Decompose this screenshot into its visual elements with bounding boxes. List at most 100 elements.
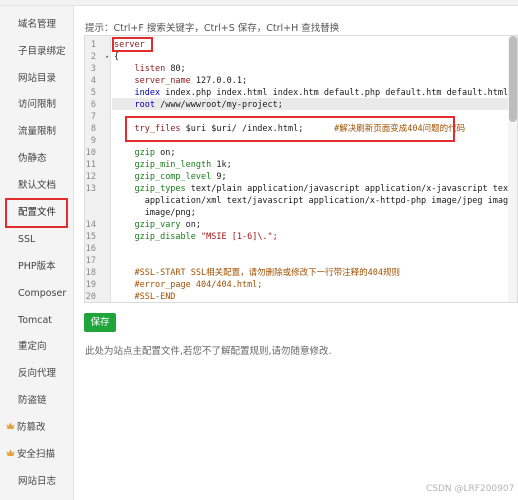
sidebar-item-label: SSL — [18, 234, 36, 245]
code-line: server — [114, 39, 145, 51]
line-number: 16 — [85, 244, 96, 254]
code-token: index.php index.html index.htm default.p… — [160, 88, 514, 98]
code-token: image/png; — [144, 208, 196, 218]
line-number: 7 — [90, 112, 96, 122]
sidebar-item-label: 流量限制 — [18, 126, 57, 137]
code-line: gzip_vary on; — [114, 219, 201, 231]
code-line: #SSL-END — [114, 291, 175, 302]
code-token: gzip_vary — [134, 220, 181, 230]
code-token: gzip_disable — [134, 232, 196, 242]
sidebar-item-domain[interactable]: 域名管理 — [0, 15, 74, 35]
sidebar-item-label: 防篡改 — [17, 422, 46, 433]
code-line: gzip_types text/plain application/javasc… — [114, 183, 518, 195]
code-token: ; — [277, 100, 283, 110]
code-line: server_name 127.0.0.1; — [114, 75, 247, 87]
code-token: application/xml text/javascript applicat… — [144, 196, 518, 206]
sidebar-item-composer[interactable]: Composer — [0, 284, 74, 304]
line-number: 15 — [85, 232, 96, 242]
sidebar-item-label: 安全扫描 — [17, 449, 56, 460]
sidebar-item-label: 网站日志 — [18, 476, 57, 487]
code-token: { — [114, 52, 120, 62]
line-number: 8 — [90, 124, 96, 134]
sidebar-item-hotlink[interactable]: 防盗链 — [0, 391, 74, 411]
line-number: 20 — [85, 292, 96, 302]
code-line: gzip_min_length 1k; — [114, 159, 231, 171]
code-token: gzip — [134, 148, 155, 158]
line-number: 9 — [90, 136, 96, 146]
code-token: gzip_types — [134, 184, 186, 194]
crown-icon — [6, 422, 15, 433]
sidebar-item-php-version[interactable]: PHP版本 — [0, 257, 74, 277]
editor-scrollbar[interactable] — [508, 36, 517, 302]
config-code-editor[interactable]: 1 ▾ 2 3 4 5 6 7 8 9 10 11 12 13 14 15 16… — [84, 35, 518, 303]
code-token: on; — [154, 148, 176, 158]
line-number: 2 — [90, 52, 96, 62]
line-number: 11 — [85, 160, 96, 170]
top-tab-strip — [0, 0, 518, 6]
sidebar-item-redirect[interactable]: 重定向 — [0, 337, 74, 357]
code-line: image/png; — [114, 207, 196, 219]
code-line: gzip on; — [114, 147, 175, 159]
sidebar-item-label: 反向代理 — [18, 368, 57, 379]
code-token: 80; — [165, 64, 186, 74]
sidebar-item-label: Tomcat — [18, 315, 53, 326]
line-number: 3 — [90, 64, 96, 74]
code-token: 127.0.0.1; — [190, 76, 248, 86]
code-token: listen — [134, 64, 166, 74]
config-warning-note: 此处为站点主配置文件,若您不了解配置规则,请勿随意修改. — [85, 346, 332, 357]
sidebar-item-label: 默认文档 — [18, 180, 57, 191]
code-token: $uri $uri/ /index.html; — [180, 124, 304, 134]
line-number: 1 — [90, 40, 96, 50]
sidebar-item-rewrite[interactable]: 伪静态 — [0, 149, 74, 169]
sidebar-item-label: PHP版本 — [18, 261, 56, 272]
scrollbar-thumb[interactable] — [509, 36, 517, 122]
sidebar-item-ssl[interactable]: SSL — [0, 230, 74, 250]
code-line: #SSL-START SSL相关配置，请勿删除或修改下一行带注释的404规则 — [114, 267, 400, 279]
sidebar-item-label: 配置文件 — [18, 207, 57, 218]
sidebar-item-label: 网站目录 — [18, 73, 57, 84]
code-line: listen 80; — [114, 63, 186, 75]
line-number: 19 — [85, 280, 96, 290]
code-line: { — [114, 51, 119, 63]
sidebar-item-label: 重定向 — [18, 341, 47, 352]
code-comment: #SSL-START SSL相关配置，请勿删除或修改下一行带注释的404规则 — [134, 268, 400, 278]
line-number: 10 — [85, 148, 96, 158]
line-number: 6 — [90, 100, 96, 110]
code-line: #error_page 404/404.html; — [114, 279, 262, 291]
code-token: on; — [180, 220, 202, 230]
watermark: CSDN @LRF200907 — [426, 484, 515, 494]
fold-arrow-icon[interactable]: ▾ — [105, 51, 109, 63]
code-token: "MSIE [1-6]\."; — [195, 232, 278, 242]
code-token: server — [114, 40, 145, 50]
line-number: 5 — [90, 88, 96, 98]
sidebar-item-tamper-proof[interactable]: 防篡改 — [0, 418, 74, 438]
code-token: gzip_min_length — [134, 160, 212, 170]
code-token: text/plain application/javascript applic… — [185, 184, 518, 194]
sidebar-item-config-file[interactable]: 配置文件 — [0, 203, 74, 223]
code-token: index — [134, 88, 161, 98]
sidebar-item-traffic-limit[interactable]: 流量限制 — [0, 122, 74, 142]
crown-icon — [6, 449, 15, 460]
sidebar-item-access-limit[interactable]: 访问限制 — [0, 95, 74, 115]
sidebar-item-site-log[interactable]: 网站日志 — [0, 472, 74, 492]
code-token: /www/wwwroot/my-project — [154, 100, 278, 110]
sidebar-item-tomcat[interactable]: Tomcat — [0, 311, 74, 331]
line-number: 18 — [85, 268, 96, 278]
code-token: gzip_comp_level — [134, 172, 212, 182]
code-token: 9; — [211, 172, 227, 182]
code-token: root — [134, 100, 155, 110]
line-number: 17 — [85, 256, 96, 266]
sidebar-item-security-scan[interactable]: 安全扫描 — [0, 445, 74, 465]
save-button[interactable]: 保存 — [84, 313, 116, 332]
line-number-gutter: 1 ▾ 2 3 4 5 6 7 8 9 10 11 12 13 14 15 16… — [85, 36, 111, 302]
line-number: 13 — [85, 184, 96, 194]
sidebar-item-label: 域名管理 — [18, 19, 57, 30]
editor-hint: 提示：Ctrl+F 搜索关键字，Ctrl+S 保存，Ctrl+H 查找替换 — [85, 23, 340, 34]
sidebar-item-label: 伪静态 — [18, 153, 47, 164]
code-line: application/xml text/javascript applicat… — [114, 195, 518, 207]
sidebar-item-default-doc[interactable]: 默认文档 — [0, 176, 74, 196]
sidebar-item-reverse-proxy[interactable]: 反向代理 — [0, 364, 74, 384]
sidebar-item-subdir[interactable]: 子目录绑定 — [0, 42, 74, 62]
code-line: index index.php index.html index.htm def… — [114, 87, 513, 99]
sidebar-item-site-dir[interactable]: 网站目录 — [0, 69, 74, 89]
